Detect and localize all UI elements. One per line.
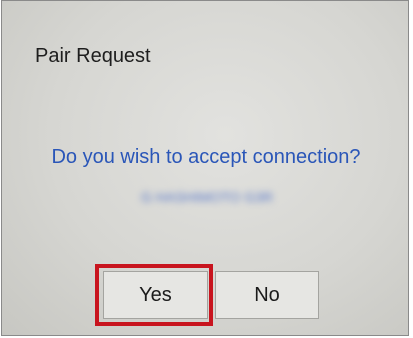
yes-button[interactable]: Yes <box>103 271 208 319</box>
device-name-blurred: G HASHIMOTO G3R <box>141 189 273 205</box>
no-button[interactable]: No <box>215 271 319 319</box>
dialog-title: Pair Request <box>35 45 151 67</box>
connection-question: Do you wish to accept connection? <box>51 146 361 168</box>
pair-request-dialog: Pair Request Do you wish to accept conne… <box>1 0 409 336</box>
